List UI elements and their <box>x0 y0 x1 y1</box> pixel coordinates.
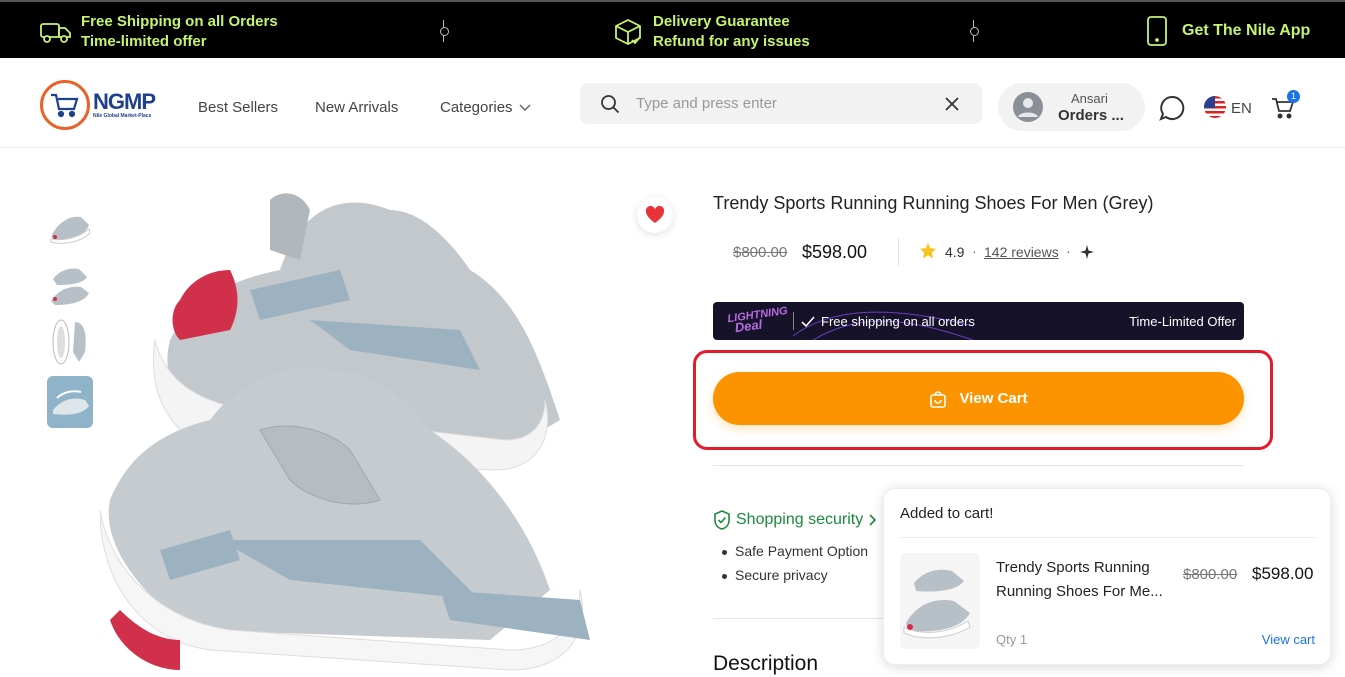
nav-categories[interactable]: Categories <box>440 99 531 116</box>
chevron-right-icon <box>869 514 877 526</box>
view-cart-button[interactable]: View Cart <box>713 372 1244 425</box>
rating-dot: · <box>1066 243 1071 259</box>
price-divider <box>898 238 899 266</box>
promo-shipping-line2: Time-limited offer <box>81 33 207 50</box>
rating-dot: · <box>972 243 977 259</box>
product-thumbnail-3[interactable] <box>47 316 93 368</box>
promo-separator <box>969 20 979 42</box>
bag-icon <box>930 390 947 408</box>
description-heading: Description <box>713 652 819 675</box>
banner-limited-offer: Time-Limited Offer <box>1129 314 1236 329</box>
product-rating: 4.9 <box>945 244 965 260</box>
product-old-price: $800.00 <box>733 244 788 261</box>
section-divider <box>713 465 1244 466</box>
cart-count-badge: 1 <box>1287 90 1300 103</box>
promo-bar: Free Shipping on all Orders Time-limited… <box>0 0 1345 58</box>
check-icon <box>801 316 815 328</box>
close-icon[interactable] <box>945 97 959 111</box>
star-icon <box>920 243 936 259</box>
promo-delivery-line2: Refund for any issues <box>653 33 810 50</box>
product-thumbnail-2[interactable] <box>47 257 93 309</box>
logo-emblem <box>40 80 90 130</box>
account-orders: Orders ... <box>1058 107 1124 124</box>
sparkle-icon[interactable] <box>1080 245 1094 259</box>
heart-icon <box>645 206 665 223</box>
nav-best-sellers[interactable]: Best Sellers <box>198 99 278 116</box>
popup-product-name[interactable]: Trendy Sports Running Running Shoes For … <box>996 556 1176 604</box>
account-menu[interactable]: Ansari Orders ... <box>998 83 1145 131</box>
product-thumbnail-4[interactable] <box>47 376 93 428</box>
promo-shipping: Free Shipping on all Orders Time-limited… <box>40 12 278 52</box>
promo-separator <box>439 20 449 42</box>
phone-icon <box>1147 16 1167 46</box>
us-flag-icon[interactable] <box>1204 96 1226 118</box>
search-input[interactable]: Type and press enter <box>636 95 777 112</box>
popup-divider <box>900 537 1316 538</box>
site-header: NGMP Nile Global Market-Place Best Selle… <box>0 58 1345 148</box>
banner-free-shipping: Free shipping on all orders <box>821 314 975 329</box>
popup-product-thumbnail[interactable] <box>900 553 980 649</box>
chat-icon[interactable] <box>1158 94 1186 122</box>
product-price: $598.00 <box>802 242 868 262</box>
popup-quantity: Qty 1 <box>996 632 1028 647</box>
cart-logo-icon <box>51 93 79 118</box>
product-thumbnail-1[interactable] <box>47 197 93 249</box>
popup-old-price: $800.00 <box>1183 566 1238 583</box>
promo-shipping-line1: Free Shipping on all Orders <box>81 13 278 30</box>
truck-icon <box>40 23 71 43</box>
popup-price: $598.00 <box>1252 564 1314 583</box>
shopping-security-link[interactable]: Shopping security <box>713 510 877 530</box>
added-to-cart-popup: Added to cart! Trendy Sports Running Run… <box>883 488 1331 665</box>
box-check-icon <box>615 18 641 46</box>
banner-divider <box>793 312 794 330</box>
shield-icon <box>714 510 730 530</box>
user-icon <box>1013 92 1043 122</box>
logo-text: NGMP <box>93 89 156 114</box>
product-main-image <box>99 180 660 677</box>
lightning-deal-logo: LIGHTNING Deal <box>727 305 790 335</box>
shopping-security-label: Shopping security <box>736 511 864 528</box>
chevron-down-icon <box>519 103 531 111</box>
language-selector[interactable]: EN <box>1231 100 1252 117</box>
lightning-deal-banner: LIGHTNING Deal Free shipping on all orde… <box>713 302 1244 340</box>
view-cart-label: View Cart <box>959 390 1028 407</box>
search-box[interactable]: Type and press enter <box>580 83 982 124</box>
product-title: Trendy Sports Running Running Shoes For … <box>713 193 1154 213</box>
popup-title: Added to cart! <box>900 505 994 522</box>
popup-view-cart-link[interactable]: View cart <box>1262 632 1315 647</box>
nav-categories-label: Categories <box>440 99 513 116</box>
logo-subtext: Nile Global Market-Place <box>93 113 152 119</box>
security-point: Safe Payment Option <box>721 543 869 559</box>
promo-app[interactable]: Get The Nile App <box>1146 16 1310 46</box>
promo-app-text[interactable]: Get The Nile App <box>1182 21 1310 41</box>
promo-delivery-line1: Delivery Guarantee <box>653 13 790 30</box>
security-point: Secure privacy <box>722 567 828 583</box>
promo-delivery: Delivery Guarantee Refund for any issues <box>612 12 810 52</box>
search-icon <box>601 95 620 114</box>
account-name: Ansari <box>1071 91 1108 106</box>
reviews-link[interactable]: 142 reviews <box>984 244 1059 260</box>
site-logo[interactable]: NGMP Nile Global Market-Place <box>40 80 156 130</box>
favorite-button[interactable] <box>637 197 673 233</box>
nav-new-arrivals[interactable]: New Arrivals <box>315 99 398 116</box>
